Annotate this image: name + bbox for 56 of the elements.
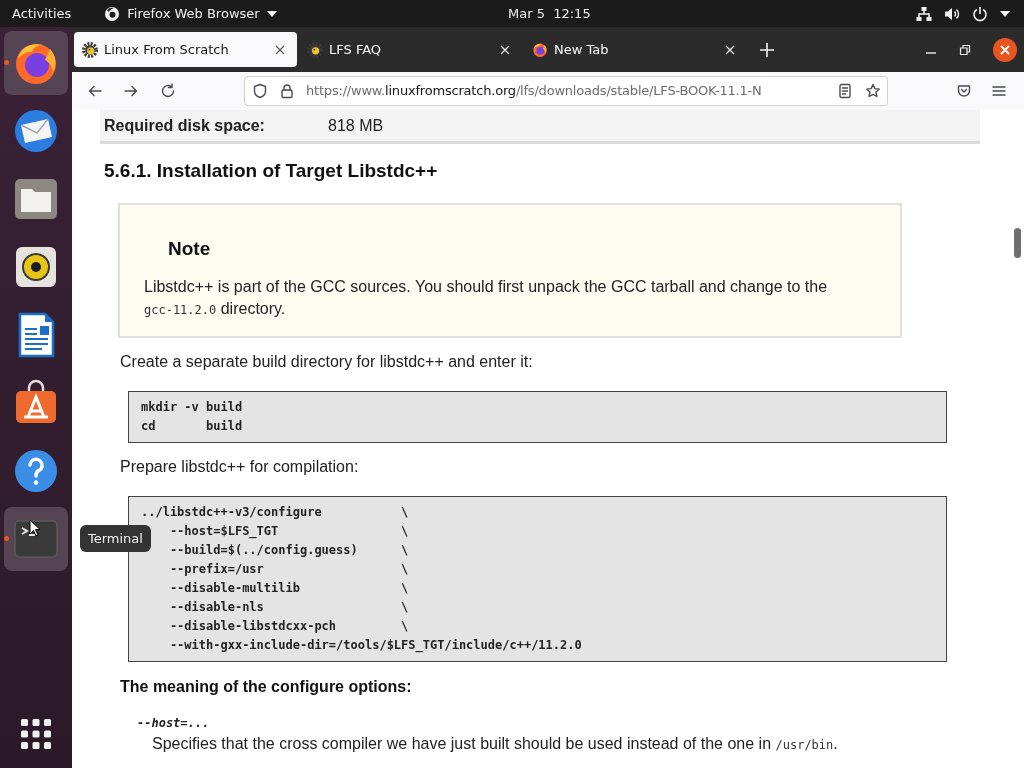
forward-arrow-icon[interactable] (123, 83, 139, 99)
code-line: cd build (141, 418, 243, 435)
app-menu[interactable]: Firefox Web Browser (104, 3, 277, 24)
tab[interactable]: New Tab (524, 32, 747, 67)
option-term: --host=... (137, 715, 210, 732)
star-icon[interactable] (865, 83, 881, 99)
clock[interactable]: Mar 5 12:15 (508, 3, 591, 24)
mouse-pointer-icon (29, 519, 41, 537)
tooltip: Terminal (80, 525, 151, 552)
volume-icon[interactable] (944, 5, 960, 22)
code-line: --with-gxx-include-dir=/tools/$LFS_TGT/include/c++/11.2.0 (168, 637, 582, 655)
note-text: Libstdc++ is part of the GCC sources. You should first unpack the GCC tarball and change to the gcc-11.2.0 directory. (144, 277, 829, 319)
reader-view-icon[interactable] (837, 83, 853, 99)
code-line: --disable-nls \ (168, 599, 409, 616)
note-title: Note (168, 237, 212, 261)
subheading: The meaning of the configure options: (120, 677, 412, 697)
url-text: https://www.linuxfromscratch.org/lfs/downloads/stable/LFS-BOOK-11.1-N (306, 82, 762, 101)
help-icon (12, 447, 60, 495)
caret-icon (266, 10, 277, 17)
caret-icon[interactable] (1000, 10, 1010, 17)
code-line: --prefix=/usr \ (168, 561, 409, 578)
browser-icon (104, 5, 121, 22)
gear-icon (82, 41, 98, 58)
code-line: mkdir -v build (141, 399, 243, 416)
info-label: Required disk space: (104, 115, 266, 136)
activities-button[interactable]: Activities (12, 3, 72, 24)
back-arrow-icon[interactable] (87, 83, 103, 99)
gear-icon (307, 41, 323, 58)
browser-icon (532, 41, 548, 58)
lock-icon[interactable] (279, 83, 295, 99)
code-line: --build=$(../config.guess) \ (168, 542, 409, 559)
close-icon[interactable] (274, 43, 286, 56)
section-heading: 5.6.1. Installation of Target Libstdc++ (104, 159, 438, 183)
reload-icon[interactable] (160, 83, 176, 99)
paragraph: Prepare libstdc++ for compilation: (120, 457, 359, 477)
app-grid-icon[interactable] (20, 718, 52, 750)
network-icon[interactable] (916, 5, 932, 22)
pocket-icon[interactable] (956, 83, 972, 99)
paragraph: Create a separate build directory for libstdc++ and enter it: (120, 352, 533, 372)
tab[interactable]: LFS FAQ (299, 32, 522, 67)
info-value: 818 MB (328, 115, 384, 136)
restore-icon[interactable] (959, 43, 971, 56)
shield-icon[interactable] (252, 83, 268, 99)
mail-icon (12, 107, 60, 155)
code-line: --disable-multilib \ (168, 580, 409, 597)
power-icon[interactable] (972, 5, 988, 22)
code-line: ../libstdc++-v3/configure \ (141, 504, 409, 521)
option-description: Specifies that the cross compiler we have just built should be used instead of the one in /usr/bin. (152, 734, 838, 754)
code-line: --host=$LFS_TGT \ (168, 523, 409, 541)
new-tab-icon[interactable] (759, 42, 775, 58)
menu-icon[interactable] (991, 83, 1007, 99)
close-icon[interactable] (993, 37, 1017, 62)
address-bar[interactable]: https://www.linuxfromscratch.org/lfs/downloads/stable/LFS-BOOK-11.1-N (244, 76, 888, 106)
code-line: --disable-libstdcxx-pch \ (168, 618, 409, 635)
scrollbar-thumb[interactable] (1014, 228, 1021, 258)
tab[interactable]: Linux From Scratch (74, 32, 297, 67)
